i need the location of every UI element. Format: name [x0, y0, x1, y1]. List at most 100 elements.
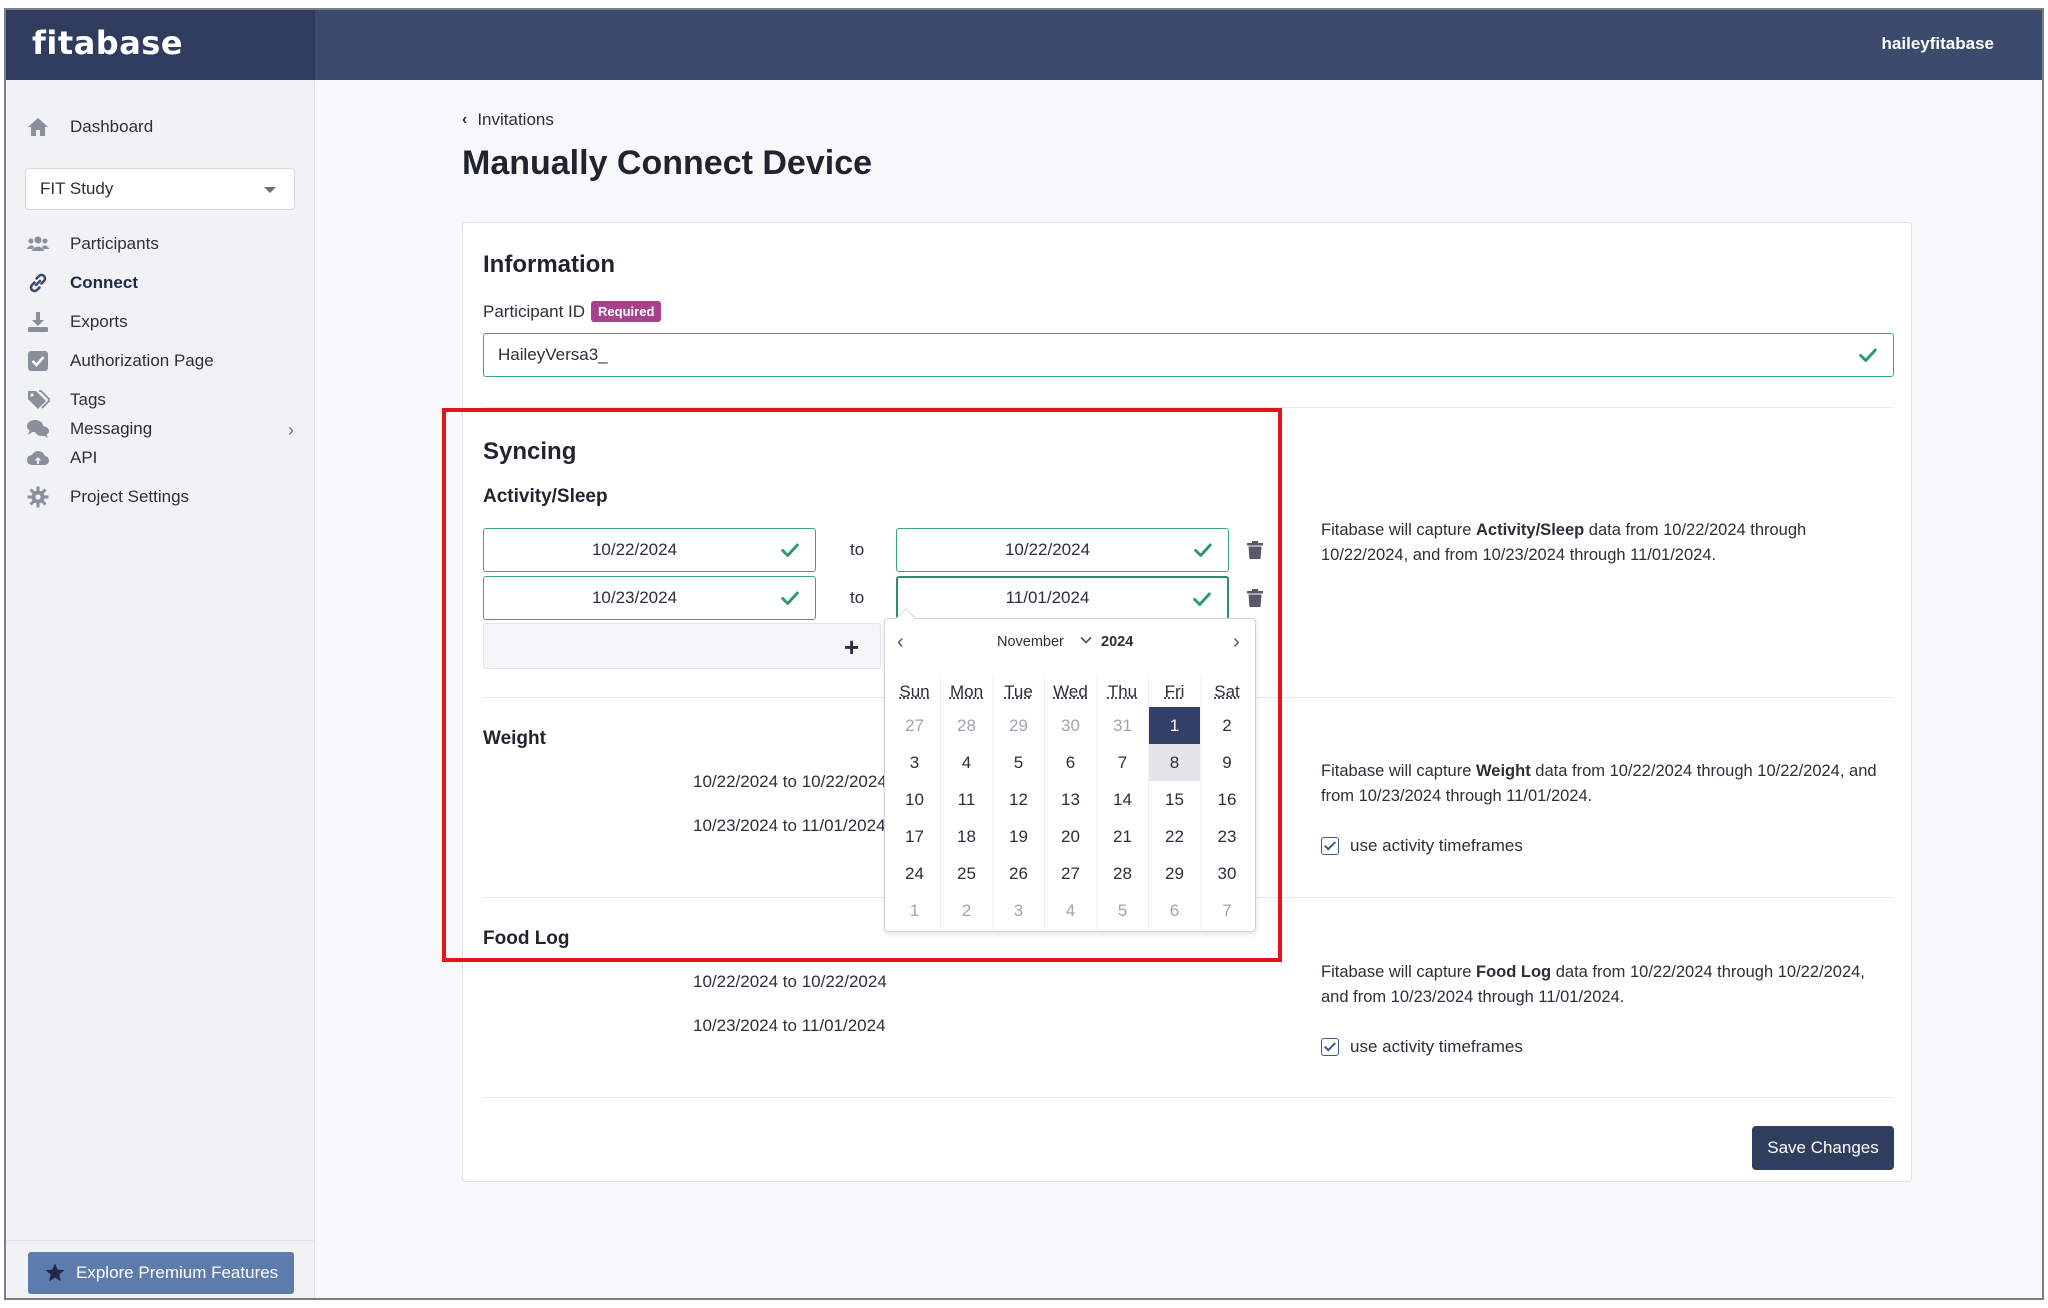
- calendar-day[interactable]: 30: [1201, 855, 1253, 892]
- week-row: 10 11 12 13 14 15 16: [889, 781, 1253, 818]
- activity-to-date-2[interactable]: 11/01/2024: [896, 576, 1229, 620]
- calendar-day[interactable]: 29: [993, 707, 1045, 744]
- calendar-day[interactable]: 5: [1097, 892, 1149, 929]
- calendar-day[interactable]: 2: [941, 892, 993, 929]
- calendar-day[interactable]: 30: [1045, 707, 1097, 744]
- activity-to-date-1[interactable]: 10/22/2024: [896, 528, 1229, 572]
- sidebar-item-connect[interactable]: Connect: [26, 268, 138, 298]
- sidebar-item-exports[interactable]: Exports: [26, 307, 128, 337]
- participant-id-input[interactable]: HaileyVersa3_: [483, 333, 1894, 377]
- calendar-day[interactable]: 15: [1149, 781, 1201, 818]
- weight-range-1: 10/22/2024 to 10/22/2024: [693, 772, 887, 791]
- date-picker-header: ‹ November 2024 ›: [885, 619, 1257, 665]
- comments-icon: [27, 420, 49, 438]
- calendar-day[interactable]: 28: [941, 707, 993, 744]
- date-picker-grid: Sun Mon Tue Wed Thu Fri Sat 27 28 29 30 31 1 2 3 4 5 6 7 8 9…: [889, 677, 1253, 929]
- valid-check-icon: [781, 543, 799, 557]
- study-select[interactable]: FIT Study: [25, 168, 295, 210]
- trash-icon[interactable]: [1247, 589, 1263, 607]
- save-changes-button[interactable]: Save Changes: [1752, 1126, 1894, 1170]
- weekday-label: Tue: [993, 677, 1045, 707]
- explore-premium-button[interactable]: Explore Premium Features: [28, 1252, 294, 1294]
- calendar-day-selected[interactable]: 1: [1149, 707, 1201, 744]
- calendar-day[interactable]: 9: [1201, 744, 1253, 781]
- trash-icon[interactable]: [1247, 541, 1263, 559]
- user-menu[interactable]: haileyfitabase: [1882, 34, 1994, 54]
- calendar-day[interactable]: 4: [941, 744, 993, 781]
- weekday-label: Sat: [1214, 682, 1240, 701]
- next-month-button[interactable]: ›: [1233, 631, 1240, 654]
- calendar-day[interactable]: 28: [1097, 855, 1149, 892]
- checkbox-checked-icon[interactable]: [1321, 1038, 1339, 1056]
- calendar-day[interactable]: 29: [1149, 855, 1201, 892]
- food-log-description: Fitabase will capture Food Log data from…: [1321, 960, 1881, 1010]
- calendar-day[interactable]: 27: [1045, 855, 1097, 892]
- sidebar-item-participants[interactable]: Participants: [26, 229, 159, 259]
- valid-check-icon: [1194, 543, 1212, 557]
- sidebar-item-dashboard[interactable]: Dashboard: [26, 112, 153, 142]
- sidebar-item-api[interactable]: API: [26, 443, 97, 473]
- calendar-day[interactable]: 23: [1201, 818, 1253, 855]
- top-bar: fitabase haileyfitabase: [6, 10, 2042, 80]
- checkbox-checked-icon[interactable]: [1321, 837, 1339, 855]
- section-divider: [483, 407, 1893, 408]
- calendar-day[interactable]: 20: [1045, 818, 1097, 855]
- weight-use-activity-checkbox[interactable]: use activity timeframes: [1321, 836, 1523, 856]
- activity-sleep-heading: Activity/Sleep: [483, 486, 608, 507]
- calendar-day[interactable]: 11: [941, 781, 993, 818]
- calendar-day[interactable]: 27: [889, 707, 941, 744]
- calendar-day[interactable]: 21: [1097, 818, 1149, 855]
- calendar-day[interactable]: 14: [1097, 781, 1149, 818]
- brand-block: fitabase: [6, 10, 315, 80]
- calendar-day[interactable]: 16: [1201, 781, 1253, 818]
- calendar-day[interactable]: 2: [1201, 707, 1253, 744]
- calendar-day[interactable]: 17: [889, 818, 941, 855]
- activity-from-date-2[interactable]: 10/23/2024: [483, 576, 816, 620]
- add-timeframe-button[interactable]: +: [483, 623, 881, 669]
- calendar-day[interactable]: 26: [993, 855, 1045, 892]
- activity-from-date-1[interactable]: 10/22/2024: [483, 528, 816, 572]
- users-icon: [26, 236, 50, 251]
- calendar-day[interactable]: 24: [889, 855, 941, 892]
- prev-month-button[interactable]: ‹: [897, 631, 904, 654]
- calendar-day[interactable]: 4: [1045, 892, 1097, 929]
- calendar-day-today[interactable]: 8: [1149, 744, 1201, 781]
- desc-prefix: Fitabase will capture: [1321, 762, 1476, 780]
- sidebar-item-authorization-page[interactable]: Authorization Page: [26, 346, 214, 376]
- food-use-activity-checkbox[interactable]: use activity timeframes: [1321, 1037, 1523, 1057]
- calendar-day[interactable]: 31: [1097, 707, 1149, 744]
- breadcrumb-invitations[interactable]: ‹ Invitations: [462, 110, 554, 130]
- chevron-left-icon: ‹: [462, 111, 468, 128]
- app-window: fitabase haileyfitabase Dashboard FIT St…: [4, 8, 2044, 1300]
- calendar-day[interactable]: 18: [941, 818, 993, 855]
- sidebar-item-label: Connect: [70, 273, 138, 292]
- participant-id-label-text: Participant ID: [483, 302, 586, 321]
- calendar-day[interactable]: 12: [993, 781, 1045, 818]
- food-range-2: 10/23/2024 to 11/01/2024: [693, 1016, 886, 1035]
- study-select-value: FIT Study: [40, 179, 114, 198]
- calendar-day[interactable]: 25: [941, 855, 993, 892]
- calendar-day[interactable]: 3: [993, 892, 1045, 929]
- sidebar-item-messaging[interactable]: Messaging: [26, 414, 152, 444]
- calendar-day[interactable]: 5: [993, 744, 1045, 781]
- calendar-day[interactable]: 3: [889, 744, 941, 781]
- calendar-day[interactable]: 22: [1149, 818, 1201, 855]
- calendar-day[interactable]: 6: [1045, 744, 1097, 781]
- sidebar-item-label: Exports: [70, 312, 128, 331]
- sidebar-item-project-settings[interactable]: Project Settings: [26, 482, 189, 512]
- month-select[interactable]: November: [997, 634, 1064, 650]
- weekday-label: Mon: [941, 677, 993, 707]
- chevron-down-icon[interactable]: [1078, 632, 1094, 648]
- calendar-day[interactable]: 13: [1045, 781, 1097, 818]
- calendar-day[interactable]: 1: [889, 892, 941, 929]
- calendar-day[interactable]: 7: [1201, 892, 1253, 929]
- week-row: 24 25 26 27 28 29 30: [889, 855, 1253, 892]
- sidebar-item-tags[interactable]: Tags: [26, 385, 106, 415]
- year-input[interactable]: 2024: [1101, 634, 1133, 650]
- calendar-day[interactable]: 10: [889, 781, 941, 818]
- calendar-day[interactable]: 7: [1097, 744, 1149, 781]
- calendar-day[interactable]: 6: [1149, 892, 1201, 929]
- brand-logo[interactable]: fitabase: [32, 24, 183, 62]
- calendar-day[interactable]: 19: [993, 818, 1045, 855]
- tags-icon: [28, 390, 50, 409]
